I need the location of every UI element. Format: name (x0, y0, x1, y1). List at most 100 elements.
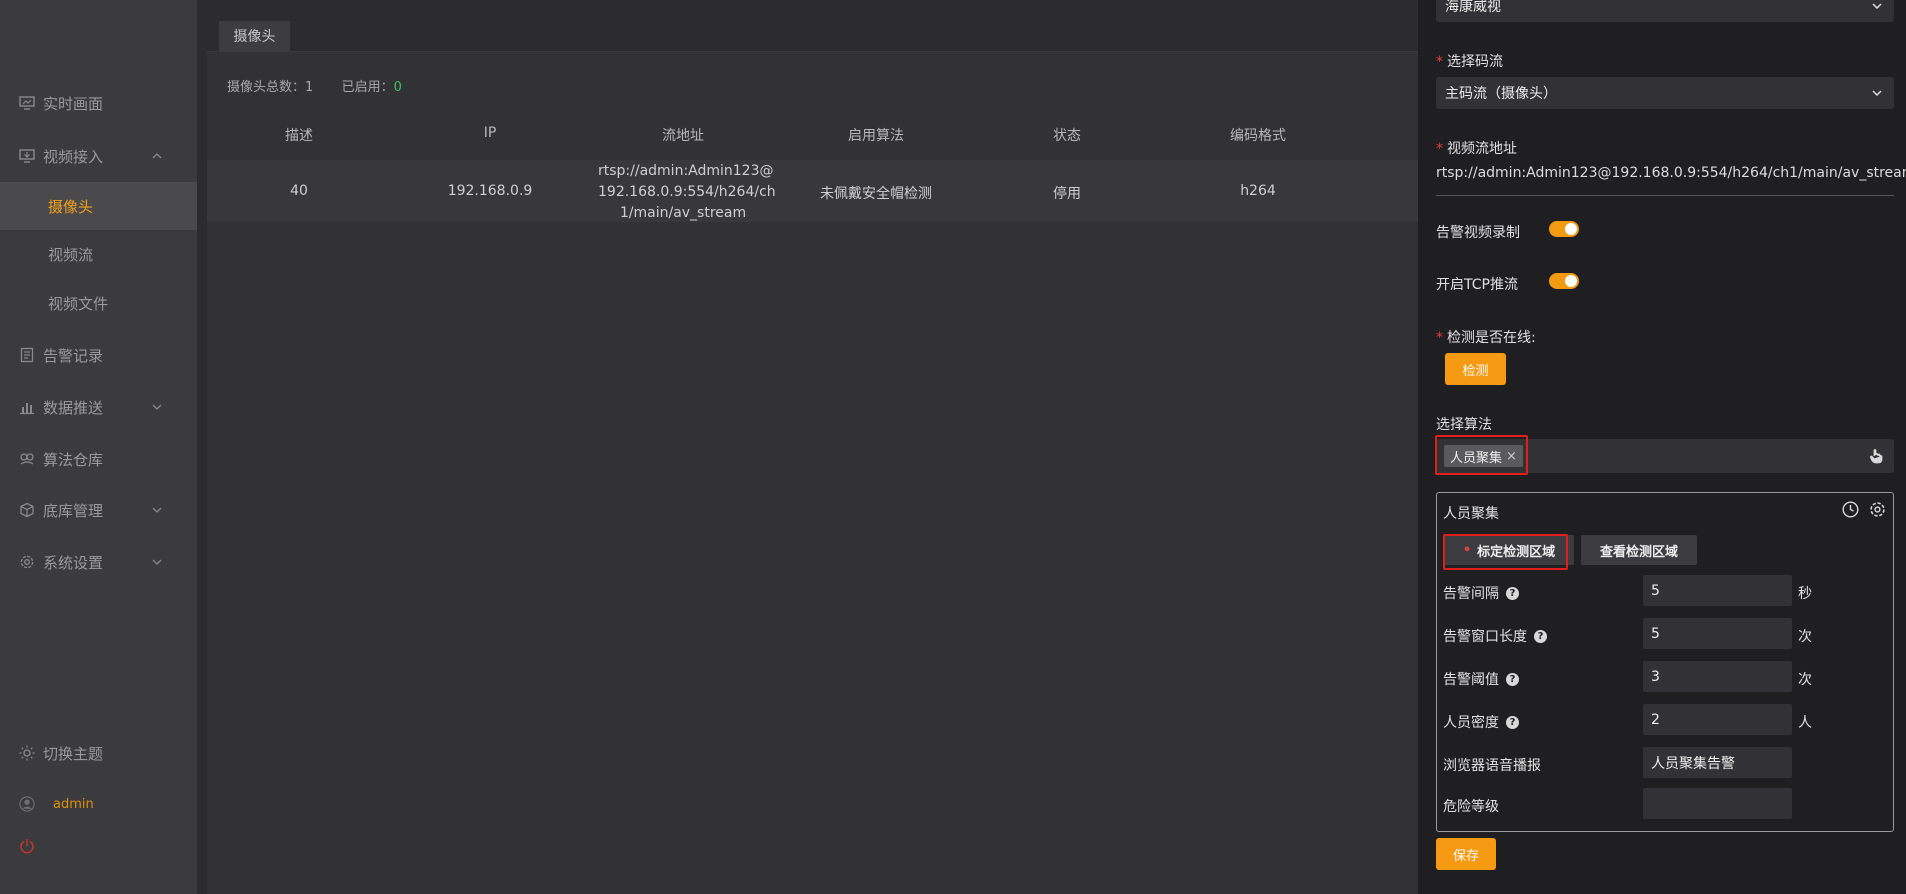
voice-broadcast-input[interactable] (1643, 747, 1792, 778)
alarm-window-unit: 次 (1798, 629, 1812, 645)
base-library-icon (19, 502, 35, 518)
gear-icon[interactable] (1869, 501, 1886, 518)
nav-item-alarm-records[interactable]: 告警记录 (0, 335, 197, 375)
nav-item-base-library[interactable]: 底库管理 (0, 490, 197, 530)
nav-label: 视频接入 (43, 147, 104, 166)
algorithm-config-card: 人员聚集 •标定检测区域 查看检测区域 告警间隔? 秒 告警窗口长度? 次 告警… (1436, 492, 1894, 832)
algorithm-tag: 人员聚集 × (1444, 445, 1523, 467)
alarm-threshold-unit: 次 (1798, 672, 1812, 688)
tab-divider (207, 51, 1418, 52)
view-detection-area-button[interactable]: 查看检测区域 (1581, 535, 1697, 565)
cell-codec: h264 (1240, 183, 1276, 199)
stream-type-label: * 选择码流 (1436, 54, 1503, 70)
nav-item-system-settings[interactable]: 系统设置 (0, 542, 197, 582)
user-name: admin (53, 796, 94, 812)
nav-label: 实时画面 (43, 94, 104, 113)
stream-url-line: rtsp://admin:Admin123@ (598, 163, 774, 179)
record-toggle[interactable] (1549, 221, 1579, 237)
alarm-window-label: 告警窗口长度? (1443, 626, 1547, 646)
video-input-icon (19, 148, 35, 164)
tcp-toggle[interactable] (1549, 273, 1579, 289)
help-icon[interactable]: ? (1506, 586, 1519, 600)
nav-label: 系统设置 (43, 553, 104, 572)
mark-detection-area-button[interactable]: • 标定检测区域 (1444, 535, 1574, 565)
stream-type-select[interactable]: 主码流（摄像头） (1436, 77, 1894, 109)
nav-item-algorithm-store[interactable]: 算法仓库 (0, 439, 197, 479)
total-label: 摄像头总数： (227, 80, 306, 95)
nav-item-video-file[interactable]: 视频文件 (0, 283, 197, 323)
tab-camera[interactable]: 摄像头 (219, 21, 290, 51)
stream-url-label: * 视频流地址 (1436, 141, 1517, 157)
camera-stats: 摄像头总数：1 已启用：0 (227, 76, 402, 95)
hand-pointer-icon (1868, 448, 1884, 464)
detect-button[interactable]: 检测 (1445, 353, 1506, 385)
brand-select[interactable]: 海康威视 (1436, 0, 1894, 22)
clock-icon[interactable] (1842, 501, 1859, 518)
alarm-window-input[interactable] (1643, 618, 1792, 649)
monitor-icon (19, 95, 35, 111)
alarm-threshold-label: 告警阈值? (1443, 669, 1519, 689)
column-header-algorithm: 启用算法 (848, 128, 904, 144)
column-header-description: 描述 (285, 128, 313, 144)
algorithm-store-icon (19, 451, 35, 467)
help-icon[interactable]: ? (1506, 715, 1519, 729)
nav-item-video-stream[interactable]: 视频流 (0, 234, 197, 274)
column-header-codec: 编码格式 (1230, 128, 1286, 144)
gear-icon (19, 554, 35, 570)
danger-level-input[interactable] (1643, 788, 1792, 819)
chevron-up-icon (152, 151, 162, 161)
cell-algorithm: 未佩戴安全帽检测 (820, 186, 932, 202)
sidebar: 实时画面 视频接入 摄像头 视频流 视频文件 告警记录 数据推送 算法仓库 底库… (0, 0, 199, 894)
close-icon[interactable]: × (1506, 449, 1517, 464)
algorithm-select[interactable]: 人员聚集 × (1436, 439, 1894, 473)
person-density-label: 人员密度? (1443, 712, 1519, 732)
alarm-interval-unit: 秒 (1798, 586, 1812, 602)
stream-url-input[interactable]: rtsp://admin:Admin123@192.168.0.9:554/h2… (1436, 165, 1906, 196)
enabled-count: 0 (393, 80, 402, 95)
nav-label: 告警记录 (43, 346, 104, 365)
nav-label: 视频流 (48, 245, 94, 264)
column-header-ip: IP (483, 125, 497, 141)
column-header-status: 状态 (1053, 128, 1081, 144)
nav-item-video-input[interactable]: 视频接入 (0, 136, 197, 176)
help-icon[interactable]: ? (1534, 629, 1547, 643)
main-content: 摄像头 摄像头总数：1 已启用：0 描述 IP 流地址 启用算法 状态 编码格式… (197, 0, 1418, 894)
nav-item-live-view[interactable]: 实时画面 (0, 83, 197, 123)
alarm-threshold-input[interactable] (1643, 661, 1792, 692)
alarm-interval-label: 告警间隔? (1443, 583, 1519, 603)
nav-label: 底库管理 (43, 501, 104, 520)
cell-ip: 192.168.0.9 (447, 183, 533, 199)
total-count: 1 (305, 80, 314, 95)
cell-status: 停用 (1053, 186, 1081, 202)
chevron-down-icon (152, 557, 162, 567)
voice-broadcast-label: 浏览器语音播报 (1443, 758, 1541, 774)
chevron-down-icon (1872, 1, 1882, 11)
stream-url-line: 192.168.0.9:554/h264/ch (598, 184, 776, 200)
nav-label: 数据推送 (43, 398, 104, 417)
nav-item-data-push[interactable]: 数据推送 (0, 387, 197, 427)
help-icon[interactable]: ? (1506, 672, 1519, 686)
cell-stream-url: rtsp://admin:Admin123@ 192.168.0.9:554/h… (598, 161, 776, 224)
card-title: 人员聚集 (1443, 506, 1499, 522)
algorithm-tag-label: 人员聚集 (1450, 450, 1503, 466)
enabled-label: 已启用： (341, 80, 394, 95)
stream-url-line: 1/main/av_stream (619, 205, 747, 221)
brand-select-value: 海康威视 (1445, 0, 1501, 15)
nav-item-camera[interactable]: 摄像头 (0, 182, 199, 230)
theme-switch[interactable]: 切换主题 (0, 733, 197, 773)
cell-description: 40 (290, 183, 308, 199)
chevron-down-icon (152, 505, 162, 515)
nav-label: 算法仓库 (43, 450, 104, 469)
algorithm-label: 选择算法 (1436, 417, 1492, 433)
save-button[interactable]: 保存 (1436, 838, 1496, 870)
user-profile[interactable]: admin (0, 784, 197, 824)
column-header-stream-url: 流地址 (662, 128, 704, 144)
person-density-unit: 人 (1798, 715, 1812, 731)
person-density-input[interactable] (1643, 704, 1792, 735)
alarm-interval-input[interactable] (1643, 575, 1792, 606)
record-label: 告警视频录制 (1436, 225, 1520, 241)
logout-button[interactable] (0, 826, 197, 866)
theme-switch-label: 切换主题 (43, 744, 104, 763)
stream-type-value: 主码流（摄像头） (1445, 86, 1557, 102)
online-check-label: * 检测是否在线: (1436, 330, 1536, 346)
